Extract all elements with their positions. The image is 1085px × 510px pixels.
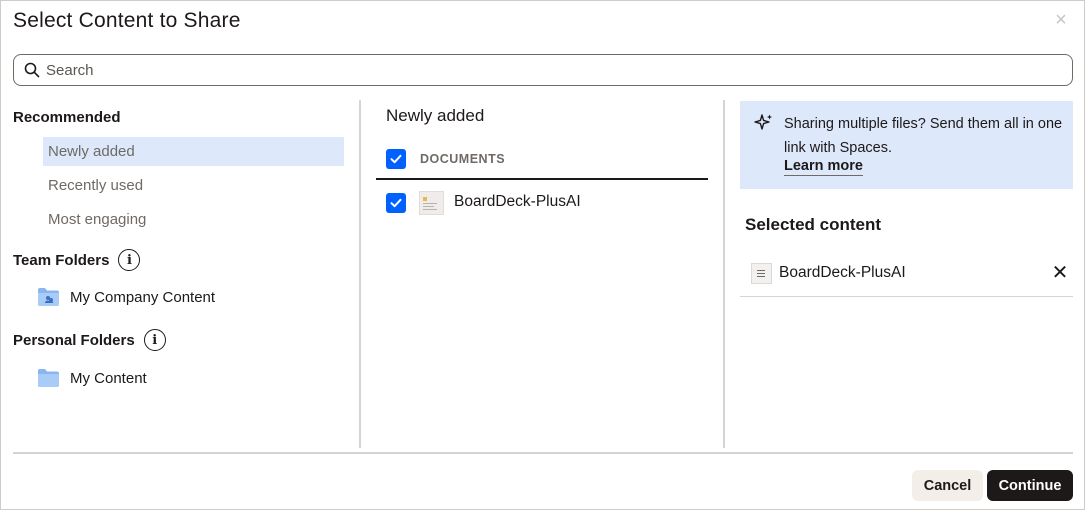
- cancel-button[interactable]: Cancel: [912, 470, 983, 501]
- select-all-checkbox[interactable]: [386, 149, 406, 169]
- document-name[interactable]: BoardDeck-PlusAI: [454, 193, 581, 211]
- folder-label: My Company Content: [70, 288, 216, 306]
- team-folders-heading: Team Folders i: [13, 249, 141, 271]
- document-icon: [751, 263, 772, 284]
- content-list-title: Newly added: [386, 106, 485, 125]
- search-bar[interactable]: [13, 54, 1073, 86]
- selected-content-heading: Selected content: [745, 215, 882, 234]
- banner-text: Sharing multiple files? Send them all in…: [784, 116, 1063, 156]
- continue-button[interactable]: Continue: [987, 470, 1073, 501]
- recommended-heading: Recommended: [13, 109, 121, 126]
- info-icon[interactable]: i: [143, 329, 166, 351]
- team-folder-icon: [38, 288, 59, 306]
- close-icon[interactable]: ×: [1051, 10, 1071, 30]
- footer-divider: [13, 452, 1073, 454]
- share-dialog: Select Content to Share × Recommended Ne…: [0, 0, 1085, 510]
- personal-folders-label: Personal Folders: [13, 331, 135, 349]
- document-thumbnail: [419, 191, 444, 215]
- column-divider: [359, 100, 361, 448]
- header-divider: [376, 178, 708, 180]
- spaces-banner: Sharing multiple files? Send them all in…: [740, 101, 1073, 189]
- sparkle-icon: [754, 114, 772, 130]
- team-folders-label: Team Folders: [13, 251, 110, 269]
- folder-icon: [38, 369, 59, 387]
- checkbox-checked-icon: [390, 198, 402, 208]
- folder-my-company-content[interactable]: My Company Content: [37, 287, 215, 307]
- remove-icon[interactable]: ✕: [1050, 263, 1070, 283]
- personal-folders-heading: Personal Folders i: [13, 329, 166, 351]
- info-icon[interactable]: i: [118, 249, 141, 271]
- nav-item-recently-used[interactable]: Recently used: [43, 171, 344, 200]
- checkbox-checked-icon: [390, 154, 402, 164]
- folder-label: My Content: [70, 369, 147, 387]
- learn-more-link[interactable]: Learn more: [784, 158, 863, 176]
- documents-heading: DOCUMENTS: [420, 152, 506, 166]
- nav-item-most-engaging[interactable]: Most engaging: [43, 205, 344, 234]
- folder-my-content[interactable]: My Content: [37, 368, 147, 388]
- search-input[interactable]: [46, 61, 1046, 79]
- recommended-heading-label: Recommended: [13, 109, 121, 126]
- nav-item-newly-added[interactable]: Newly added: [43, 137, 344, 166]
- selected-item: BoardDeck-PlusAI ✕: [740, 251, 1073, 297]
- column-divider: [723, 100, 725, 448]
- item-checkbox[interactable]: [386, 193, 406, 213]
- search-icon: [24, 62, 40, 78]
- selected-item-name: BoardDeck-PlusAI: [779, 264, 906, 281]
- dialog-title: Select Content to Share: [13, 9, 241, 32]
